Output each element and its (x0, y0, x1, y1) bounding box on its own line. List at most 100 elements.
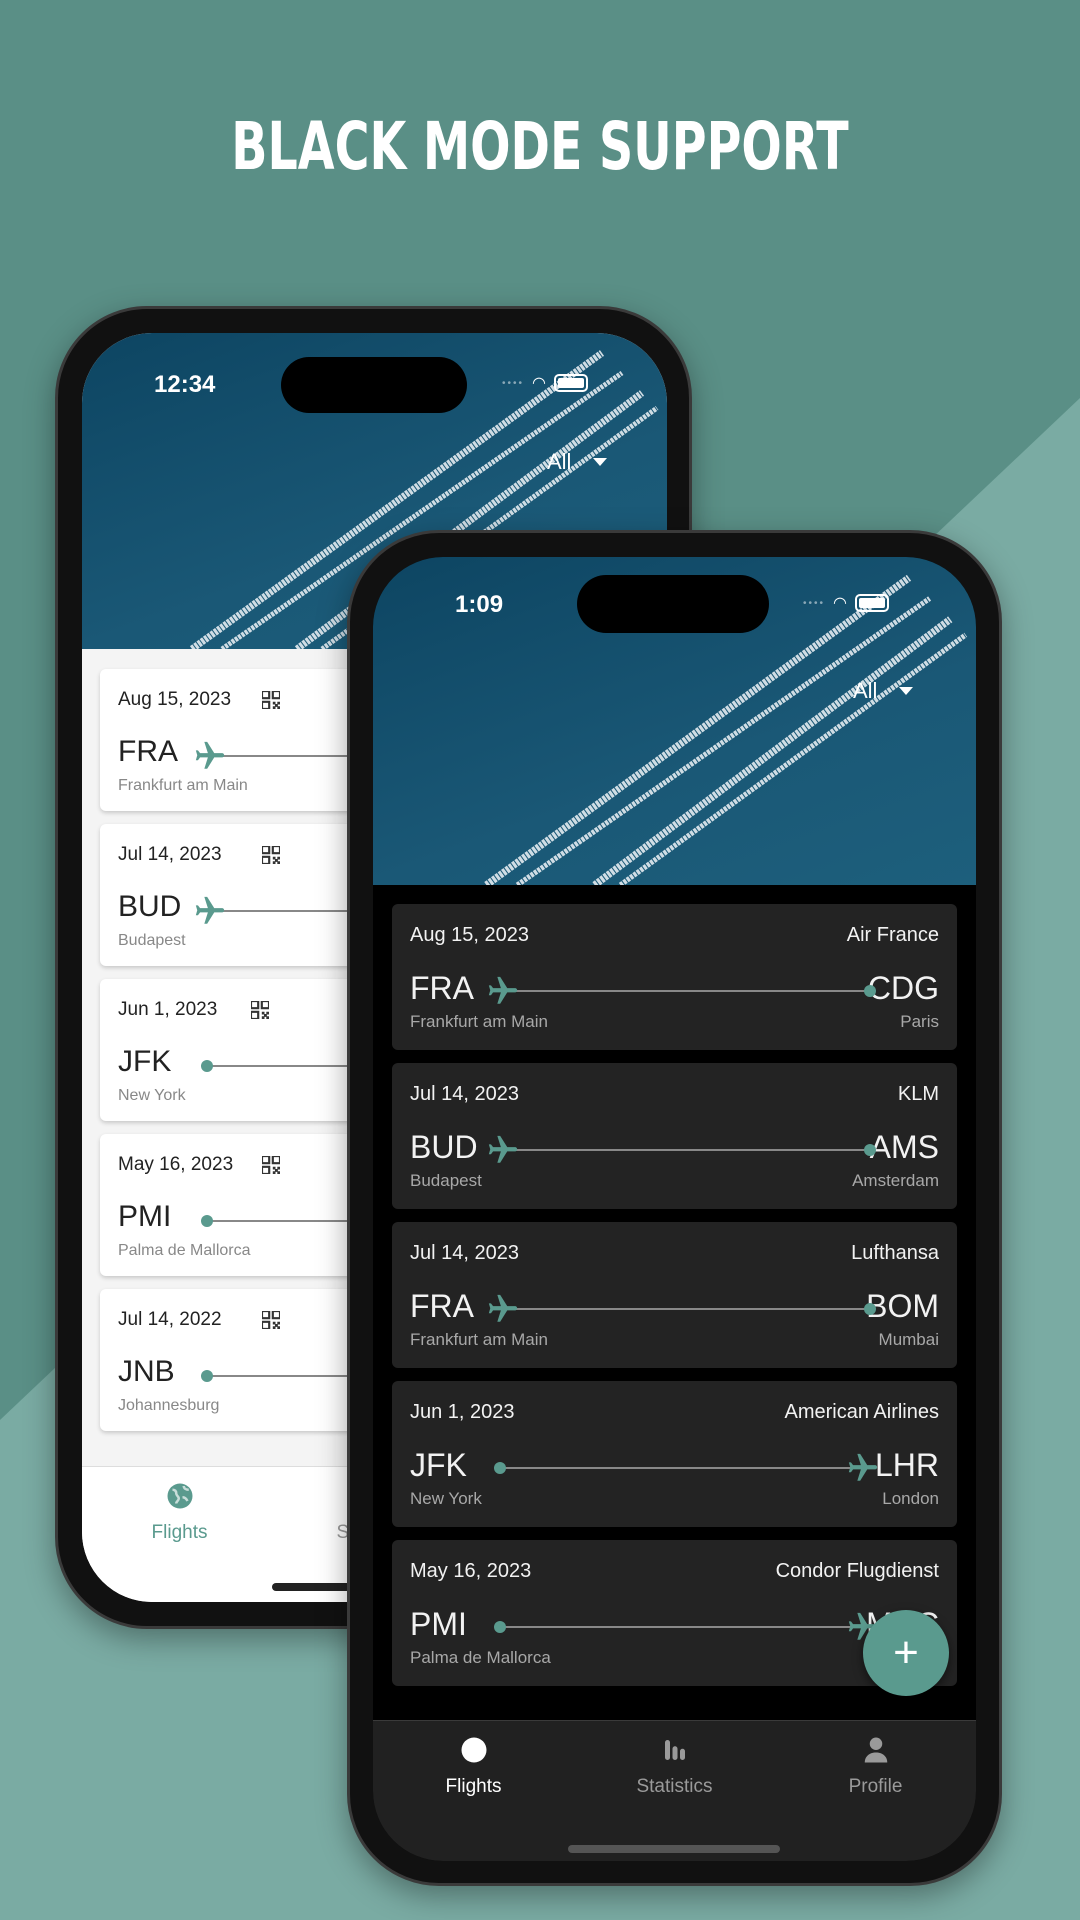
origin-dot (201, 1060, 213, 1072)
qr-code-icon[interactable] (260, 1309, 282, 1331)
wifi-icon: ◠ (833, 595, 847, 612)
route-line (488, 1135, 876, 1163)
airline-name: Lufthansa (851, 1242, 939, 1264)
airline-name: Air France (846, 924, 939, 946)
destination-city: Mumbai (878, 1330, 939, 1349)
origin-city: Budapest (118, 932, 186, 949)
nav-item-flights[interactable]: Flights (373, 1721, 574, 1861)
bottom-nav: Flights Statistics Profile (373, 1720, 976, 1861)
nav-label: Statistics (636, 1776, 713, 1797)
contrail (515, 596, 932, 885)
contrail (618, 632, 968, 885)
status-time: 1:09 (455, 591, 504, 618)
origin-city: Palma de Mallorca (410, 1648, 551, 1667)
airline-name: American Airlines (784, 1401, 939, 1423)
home-indicator (568, 1845, 780, 1853)
airline-name: Condor Flugdienst (775, 1560, 939, 1582)
nav-item-flights[interactable]: Flights (82, 1467, 277, 1602)
wifi-icon: ◠ (532, 375, 546, 392)
headline: BLACK MODE SUPPORT (231, 108, 849, 185)
filter-value: All (547, 449, 572, 474)
flight-date: May 16, 2023 (410, 1560, 532, 1582)
plane-icon (488, 1294, 518, 1322)
destination-city: London (882, 1489, 939, 1508)
flight-card[interactable]: Jul 14, 2023 FRA Frankfurt am Main Lufthans… (392, 1222, 957, 1368)
qr-code-icon[interactable] (260, 1154, 282, 1176)
origin-city: Palma de Mallorca (118, 1242, 251, 1259)
origin-city: Budapest (410, 1171, 482, 1190)
origin-city: Frankfurt am Main (410, 1330, 548, 1349)
origin-dot (494, 1621, 506, 1633)
filter-value: All (853, 678, 878, 703)
airline-name: KLM (897, 1083, 939, 1105)
origin-code: JFK (118, 1045, 172, 1078)
qr-code-icon[interactable] (260, 844, 282, 866)
flight-date: Jul 14, 2022 (118, 1309, 222, 1330)
caret-down-icon (593, 458, 608, 466)
person-icon (861, 1735, 891, 1770)
origin-city: Johannesburg (118, 1397, 220, 1414)
nav-item-statistics[interactable]: Statistics (574, 1721, 775, 1861)
qr-code-icon[interactable] (249, 999, 271, 1021)
origin-code: BUD (410, 1129, 478, 1165)
flight-date: May 16, 2023 (118, 1154, 234, 1175)
bar-chart-icon (660, 1735, 690, 1770)
battery-icon (854, 594, 889, 612)
origin-dot (201, 1215, 213, 1227)
origin-code: PMI (118, 1200, 172, 1233)
origin-code: JFK (410, 1447, 467, 1483)
battery-icon (553, 374, 588, 392)
origin-dot (201, 1370, 213, 1382)
status-icons: •••• ◠ (502, 373, 588, 393)
destination-code: AMS (869, 1129, 939, 1165)
origin-code: FRA (410, 1288, 474, 1324)
origin-code: JNB (118, 1355, 175, 1388)
route-line (488, 976, 876, 1004)
destination-code: CDG (867, 970, 939, 1006)
globe-icon (165, 1481, 195, 1516)
origin-city: New York (410, 1489, 482, 1508)
route-line (488, 1294, 876, 1322)
nav-label: Flights (445, 1776, 502, 1797)
destination-dot (864, 985, 876, 997)
plane-icon (195, 741, 225, 769)
nav-item-profile[interactable]: Profile (775, 1721, 976, 1861)
destination-code: BOM (866, 1288, 939, 1324)
flight-date: Jul 14, 2023 (410, 1242, 519, 1264)
origin-code: FRA (410, 970, 474, 1006)
dynamic-island (281, 357, 467, 413)
route-line (494, 1453, 878, 1481)
filter-dropdown[interactable]: All (547, 449, 608, 475)
flight-date: Jun 1, 2023 (118, 999, 218, 1020)
globe-icon (459, 1735, 489, 1770)
status-icons: •••• ◠ (803, 593, 889, 613)
plane-icon (488, 1135, 518, 1163)
contrail (592, 616, 953, 885)
flight-date: Aug 15, 2023 (410, 924, 529, 946)
flight-card[interactable]: Jul 14, 2023 BUD Budapest KLM AMS Amsterdam (392, 1063, 957, 1209)
flight-date: Jul 14, 2023 (410, 1083, 519, 1105)
origin-dot (494, 1462, 506, 1474)
add-flight-button[interactable]: + (863, 1610, 949, 1696)
origin-city: Frankfurt am Main (118, 777, 248, 794)
destination-city: Amsterdam (852, 1171, 939, 1190)
origin-city: Frankfurt am Main (410, 1012, 548, 1031)
destination-city: Paris (900, 1012, 939, 1031)
destination-code: LHR (874, 1447, 939, 1483)
origin-code: FRA (118, 735, 178, 768)
origin-code: PMI (410, 1606, 467, 1642)
plane-icon (488, 976, 518, 1004)
flight-card[interactable]: Jun 1, 2023 JFK New York American Airlines L… (392, 1381, 957, 1527)
destination-dot (864, 1303, 876, 1315)
flight-card[interactable]: Aug 15, 2023 FRA Frankfurt am Main Air Fran… (392, 904, 957, 1050)
status-time: 12:34 (154, 371, 216, 398)
nav-label: Profile (848, 1776, 903, 1797)
flight-date: Aug 15, 2023 (118, 689, 232, 710)
plane-icon (848, 1453, 878, 1481)
caret-down-icon (899, 687, 914, 695)
flight-date: Jul 14, 2023 (118, 844, 222, 865)
filter-dropdown[interactable]: All (853, 678, 914, 704)
qr-code-icon[interactable] (260, 689, 282, 711)
route-line (494, 1612, 878, 1640)
dynamic-island (577, 575, 769, 633)
